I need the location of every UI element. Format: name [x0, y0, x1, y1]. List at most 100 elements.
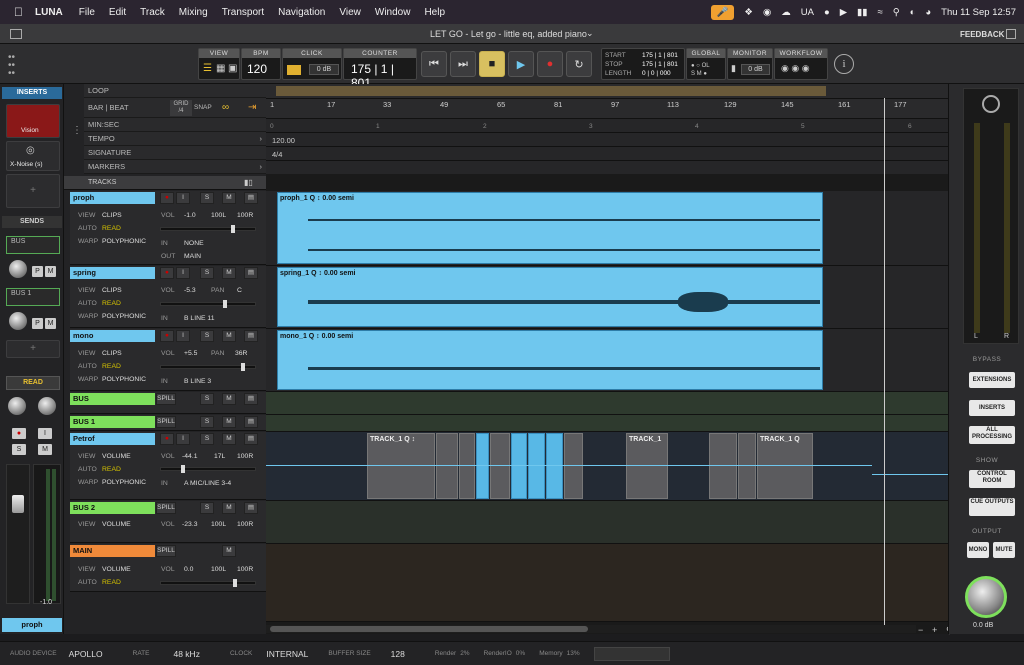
petrof-view-value[interactable]: VOLUME [102, 453, 131, 460]
mono-pan-value[interactable]: 36R [235, 350, 247, 357]
mono-auto-value[interactable]: READ [102, 363, 121, 370]
spring-view-value[interactable]: CLIPS [102, 287, 122, 294]
microphone-icon[interactable]: 🎤 [710, 4, 735, 20]
mono-view-value[interactable]: CLIPS [102, 350, 122, 357]
proph-view-value[interactable]: CLIPS [102, 212, 122, 219]
clip-petrof-8[interactable] [546, 433, 563, 499]
send-bus1-p-button[interactable]: P [32, 318, 43, 329]
uad-icon[interactable]: ◉ [763, 7, 771, 18]
view-list-icon[interactable]: ☰ [203, 63, 212, 74]
track-bus1-solo[interactable]: S [200, 416, 214, 428]
start-value[interactable]: 175 | 1 | 801 [642, 52, 678, 59]
bypass-extensions-button[interactable]: EXTENSIONS [969, 372, 1015, 388]
spring-pan-value[interactable]: C [237, 287, 242, 294]
track-bus-spill[interactable]: SPILL [156, 393, 176, 405]
follow-icon[interactable]: ⇥ [248, 98, 256, 118]
menu-transport[interactable]: Transport [222, 7, 264, 18]
track-bus1-spill[interactable]: SPILL [156, 416, 176, 428]
clip-petrof-6[interactable] [511, 433, 527, 499]
insert-vision[interactable]: Vision [6, 104, 60, 138]
battery-icon[interactable]: ▮▮ [857, 7, 867, 18]
track-mono-mute[interactable]: M [222, 330, 236, 342]
fader-cap[interactable] [12, 495, 24, 513]
track-mono-record[interactable]: ● [160, 330, 174, 342]
input-monitor-button[interactable]: I [38, 428, 52, 439]
stop-button[interactable]: ■ [479, 51, 505, 77]
chevron-down-icon[interactable]: ⌄ [586, 28, 594, 39]
proph-pan-left[interactable]: 100L [211, 212, 226, 219]
cue-outputs-button[interactable]: CUE OUTPUTS [969, 498, 1015, 516]
view-grid-icon[interactable]: ▦ [216, 63, 225, 74]
bypass-all-button[interactable]: ALL PROCESSING [969, 426, 1015, 444]
play-circle-icon[interactable]: ▶ [840, 7, 847, 18]
track-bus-name[interactable]: BUS [70, 393, 155, 405]
tempo-ruler[interactable]: 120.00 [266, 132, 948, 146]
send-add-slot[interactable]: + [6, 340, 60, 358]
length-value[interactable]: 0 | 0 | 000 [642, 70, 671, 77]
collapse-icon[interactable] [1006, 29, 1016, 39]
zoom-out-icon[interactable]: − [918, 625, 923, 635]
fader-track[interactable] [6, 464, 30, 604]
track-bus-mute[interactable]: M [222, 393, 236, 405]
main-auto-value[interactable]: READ [102, 579, 121, 586]
send-bus[interactable]: BUS [6, 236, 60, 254]
solo-button[interactable]: S [12, 444, 26, 455]
track-bus2-solo[interactable]: S [200, 502, 214, 514]
send-bus1-m-button[interactable]: M [45, 318, 56, 329]
markers-ruler[interactable] [266, 160, 948, 174]
clip-petrof-10[interactable]: TRACK_1 [626, 433, 668, 499]
menu-view[interactable]: View [339, 7, 361, 18]
main-volume-thumb[interactable] [233, 579, 237, 587]
petrof-pan-right[interactable]: 100R [237, 453, 253, 460]
markers-expand-icon[interactable]: › [260, 160, 263, 174]
drag-dots-icon[interactable]: •• •• •• [8, 53, 15, 79]
track-petrof-mute[interactable]: M [222, 433, 236, 445]
track-main-name[interactable]: MAIN [70, 545, 155, 557]
loop-range[interactable] [276, 86, 826, 96]
menu-mixing[interactable]: Mixing [179, 7, 208, 18]
mono-volume-thumb[interactable] [241, 363, 245, 371]
tempo-expand-icon[interactable]: › [260, 132, 263, 146]
monitor-db-field[interactable]: 0 dB [741, 64, 770, 75]
info-icon[interactable]: i [834, 54, 854, 74]
menu-edit[interactable]: Edit [109, 7, 126, 18]
keyboard-language[interactable]: UA [801, 7, 814, 18]
proph-volume-thumb[interactable] [231, 225, 235, 233]
track-bus-menu[interactable]: ▤ [244, 393, 258, 405]
input-knob-left[interactable] [8, 397, 26, 415]
petrof-volume-slider[interactable] [160, 465, 256, 473]
clip-petrof-5[interactable] [490, 433, 510, 499]
proph-auto-value[interactable]: READ [102, 225, 121, 232]
mono-volume-slider[interactable] [160, 363, 256, 371]
track-petrof-input[interactable]: I [176, 433, 190, 445]
clip-petrof-3[interactable] [459, 433, 475, 499]
proph-out-value[interactable]: MAIN [184, 253, 201, 260]
tracks-view-icon[interactable]: ▮▯ [244, 178, 253, 187]
clip-petrof-1[interactable]: TRACK_1 Q ↕ [367, 433, 435, 499]
window-title[interactable]: LET GO - Let go - little eq, added piano [430, 29, 587, 39]
cloud-icon[interactable]: ☁ [781, 7, 791, 18]
clip-petrof-11[interactable] [709, 433, 737, 499]
mono-warp-value[interactable]: POLYPHONIC [102, 376, 146, 383]
mute-output-button[interactable]: MUTE [993, 542, 1015, 558]
app-name[interactable]: LUNA [35, 7, 63, 18]
drag-handle-icon[interactable]: ⋮ [72, 126, 82, 136]
clip-petrof-9[interactable] [564, 433, 583, 499]
track-proph-record[interactable]: ● [160, 192, 174, 204]
clip-petrof-7[interactable] [528, 433, 545, 499]
send-bus-knob[interactable] [9, 260, 27, 278]
main-view-value[interactable]: VOLUME [102, 566, 131, 573]
spring-in-value[interactable]: B LINE 11 [184, 315, 214, 322]
main-pan-left[interactable]: 100L [211, 566, 226, 573]
send-bus1[interactable]: BUS 1 [6, 288, 60, 306]
clip-petrof-13[interactable]: TRACK_1 Q [757, 433, 813, 499]
insert-xnoise[interactable]: ◎ X-Noise (s) [6, 141, 60, 171]
menu-help[interactable]: Help [424, 7, 445, 18]
track-spring-mute[interactable]: M [222, 267, 236, 279]
proph-volume-slider[interactable] [160, 225, 256, 233]
spring-volume-thumb[interactable] [223, 300, 227, 308]
menu-navigation[interactable]: Navigation [278, 7, 325, 18]
track-bus-solo[interactable]: S [200, 393, 214, 405]
control-center-icon[interactable]: ◐ [910, 7, 916, 18]
global-indicators[interactable]: ● ○ OL S M ● [691, 62, 710, 78]
